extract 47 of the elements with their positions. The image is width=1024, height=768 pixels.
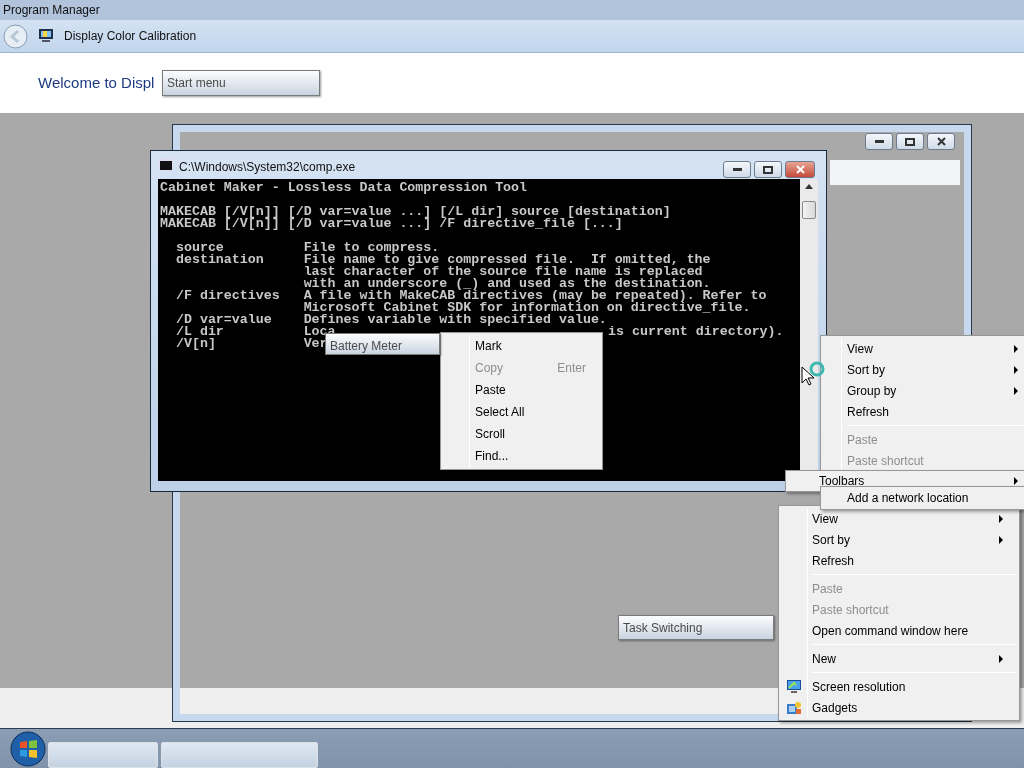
console-text: /V[n] Ver — [174, 336, 328, 351]
monitor-icon — [786, 679, 802, 695]
scroll-thumb[interactable] — [802, 201, 816, 219]
maximize-icon — [905, 137, 915, 146]
console-text: MAKECAB [/V[n]] [/D var=value ...] [/L dir] source [destination] — [160, 204, 671, 219]
menu-item[interactable]: New — [781, 648, 1017, 669]
minimize-icon — [732, 168, 742, 171]
minimize-button[interactable] — [723, 161, 751, 178]
console-text: /D var=value Defines variable with specified value. — [174, 312, 607, 327]
maximize-icon — [763, 165, 773, 174]
menu-item[interactable]: Open command window here — [781, 620, 1017, 641]
scroll-up-icon[interactable] — [805, 184, 813, 189]
menu-item[interactable]: Sort by — [781, 529, 1017, 550]
menu-item[interactable]: Refresh — [823, 401, 1024, 422]
minimize-icon — [874, 140, 884, 143]
menu-item[interactable]: Gadgets — [781, 697, 1017, 718]
close-button[interactable] — [927, 133, 955, 150]
menu-item[interactable]: Refresh — [781, 550, 1017, 571]
menu-item[interactable]: Mark — [443, 335, 600, 357]
menu-item[interactable]: View — [781, 508, 1017, 529]
console-text: is current directory). — [608, 326, 784, 338]
menu-item[interactable]: Group by — [823, 380, 1024, 401]
maximize-button[interactable] — [754, 161, 782, 178]
menu-item[interactable]: Paste — [443, 379, 600, 401]
window-title: Display Color Calibration — [64, 28, 197, 45]
gadgets-icon — [786, 700, 802, 716]
window-title: C:\Windows\System32\comp.exe — [179, 159, 356, 176]
menu-item[interactable]: Screen resolution — [781, 676, 1017, 697]
tooltip: Battery Meter — [325, 333, 440, 355]
menu-item[interactable]: Scroll — [443, 423, 600, 445]
maximize-button[interactable] — [896, 133, 924, 150]
close-icon — [795, 165, 805, 174]
menu-item[interactable]: Find... — [443, 445, 600, 467]
menu-item[interactable]: Add a network location — [823, 489, 1024, 507]
minimize-button[interactable] — [865, 133, 893, 150]
start-button[interactable] — [10, 731, 46, 767]
tooltip: Task Switching — [618, 615, 774, 640]
console-text: Cabinet Maker - Lossless Data Compression Tool — [160, 180, 528, 195]
page-heading: Welcome to Displ — [38, 72, 155, 93]
console-text: source File to compress. — [174, 240, 440, 255]
close-icon — [936, 137, 946, 146]
menu-item[interactable]: Select All — [443, 401, 600, 423]
window-title: Program Manager — [0, 0, 1024, 20]
console-icon — [159, 158, 173, 171]
menu-item[interactable]: View — [823, 338, 1024, 359]
monitor-icon — [38, 28, 54, 44]
tooltip: Start menu — [162, 70, 320, 96]
